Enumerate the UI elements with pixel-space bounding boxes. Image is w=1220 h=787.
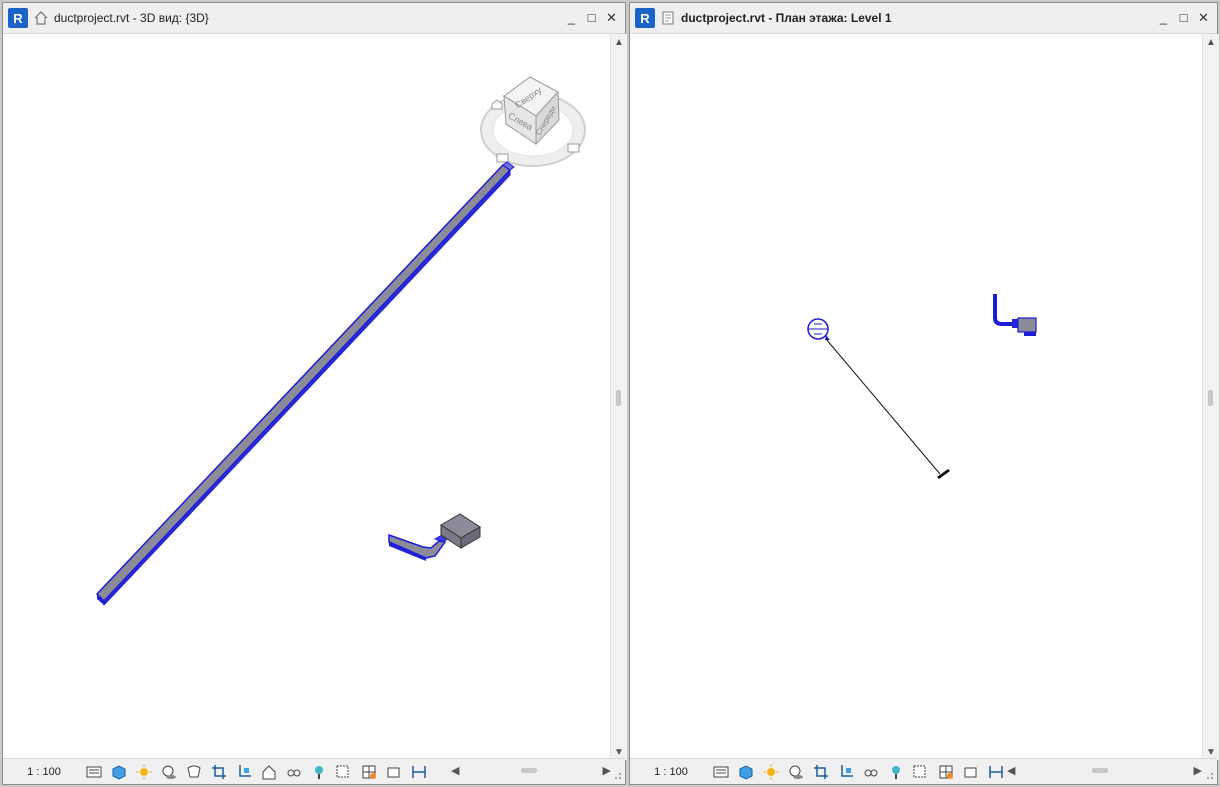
- close-button[interactable]: ✕: [1196, 10, 1211, 25]
- visual-style-icon[interactable]: [110, 763, 128, 781]
- vertical-scroll-thumb[interactable]: [616, 390, 621, 406]
- minimize-button[interactable]: _: [1156, 10, 1171, 25]
- scroll-down-arrow-icon[interactable]: ▼: [1203, 745, 1219, 759]
- highlight-displacement-icon[interactable]: [410, 763, 428, 781]
- reveal-hidden-icon[interactable]: [310, 763, 328, 781]
- view-scale[interactable]: 1 : 100: [3, 766, 85, 778]
- revit-app-icon: R: [8, 8, 28, 28]
- horizontal-scroll-thumb[interactable]: [1092, 768, 1108, 773]
- temporary-view-properties-icon[interactable]: [912, 763, 930, 781]
- viewcube[interactable]: Сверху Слева Спереди: [480, 76, 586, 167]
- maximize-button[interactable]: □: [584, 10, 599, 25]
- duct-centerline-plan[interactable]: [825, 338, 941, 475]
- reveal-hidden-icon[interactable]: [887, 763, 905, 781]
- worksharing-icon[interactable]: [937, 763, 955, 781]
- resize-grip-icon[interactable]: [614, 772, 622, 780]
- temporary-hide-icon[interactable]: [285, 763, 303, 781]
- vertical-scrollbar[interactable]: ▲ ▼: [1202, 34, 1219, 760]
- scroll-left-arrow-icon[interactable]: ◀: [1007, 764, 1015, 777]
- detail-level-icon[interactable]: [712, 763, 730, 781]
- duct-elbow-assembly-3d[interactable]: [388, 513, 481, 561]
- scroll-down-arrow-icon[interactable]: ▼: [611, 745, 627, 759]
- drawing-canvas-3d[interactable]: Сверху Слева Спереди: [3, 34, 609, 760]
- crop-view-icon[interactable]: [210, 763, 228, 781]
- horizontal-scrollbar[interactable]: ◀ ▶: [451, 764, 611, 778]
- render-icon[interactable]: [185, 763, 203, 781]
- maximize-button[interactable]: □: [1176, 10, 1191, 25]
- scroll-left-arrow-icon[interactable]: ◀: [451, 764, 459, 777]
- title-bar[interactable]: R ductproject.rvt - 3D вид: {3D} _ □ ✕: [3, 3, 625, 34]
- worksharing-icon[interactable]: [360, 763, 378, 781]
- analytical-model-icon[interactable]: [962, 763, 980, 781]
- window-title: ductproject.rvt - План этажа: Level 1: [681, 11, 892, 25]
- horizontal-scroll-thumb[interactable]: [521, 768, 537, 773]
- revit-app-icon: R: [635, 8, 655, 28]
- visual-style-icon[interactable]: [737, 763, 755, 781]
- shadows-icon[interactable]: [787, 763, 805, 781]
- vertical-scrollbar[interactable]: ▲ ▼: [610, 34, 627, 760]
- view-window-3d[interactable]: R ductproject.rvt - 3D вид: {3D} _ □ ✕ С…: [2, 2, 627, 785]
- resize-grip-icon[interactable]: [1206, 772, 1214, 780]
- scroll-up-arrow-icon[interactable]: ▲: [611, 35, 627, 49]
- title-bar[interactable]: R ductproject.rvt - План этажа: Level 1 …: [630, 3, 1217, 34]
- temporary-view-properties-icon[interactable]: [335, 763, 353, 781]
- duct-elbow-assembly-plan[interactable]: [993, 294, 1037, 336]
- home-3d-view-icon: [33, 10, 49, 26]
- lock-3d-icon[interactable]: [260, 763, 278, 781]
- floor-plan-view-icon: [660, 10, 676, 26]
- scroll-right-arrow-icon[interactable]: ▶: [1194, 764, 1202, 777]
- view-control-bar: 1 : 100 ◀ ▶: [3, 758, 625, 784]
- sun-path-icon[interactable]: [762, 763, 780, 781]
- crop-view-icon[interactable]: [812, 763, 830, 781]
- highlight-displacement-icon[interactable]: [987, 763, 1005, 781]
- vertical-scroll-thumb[interactable]: [1208, 390, 1213, 406]
- horizontal-scrollbar[interactable]: ◀ ▶: [1007, 764, 1202, 778]
- view-scale[interactable]: 1 : 100: [630, 766, 712, 778]
- analytical-model-icon[interactable]: [385, 763, 403, 781]
- temporary-hide-icon[interactable]: [862, 763, 880, 781]
- view-control-bar: 1 : 100 ◀ ▶: [630, 758, 1217, 784]
- show-crop-icon[interactable]: [837, 763, 855, 781]
- show-crop-icon[interactable]: [235, 763, 253, 781]
- window-title: ductproject.rvt - 3D вид: {3D}: [54, 11, 209, 25]
- minimize-button[interactable]: _: [564, 10, 579, 25]
- close-button[interactable]: ✕: [604, 10, 619, 25]
- shadows-icon[interactable]: [160, 763, 178, 781]
- sun-path-icon[interactable]: [135, 763, 153, 781]
- duct-end-marker[interactable]: [937, 469, 950, 479]
- scroll-right-arrow-icon[interactable]: ▶: [603, 764, 611, 777]
- scroll-up-arrow-icon[interactable]: ▲: [1203, 35, 1219, 49]
- detail-level-icon[interactable]: [85, 763, 103, 781]
- view-window-floor-plan[interactable]: R ductproject.rvt - План этажа: Level 1 …: [629, 2, 1219, 785]
- drawing-canvas-plan[interactable]: [630, 34, 1201, 760]
- air-terminal-symbol[interactable]: [807, 318, 830, 340]
